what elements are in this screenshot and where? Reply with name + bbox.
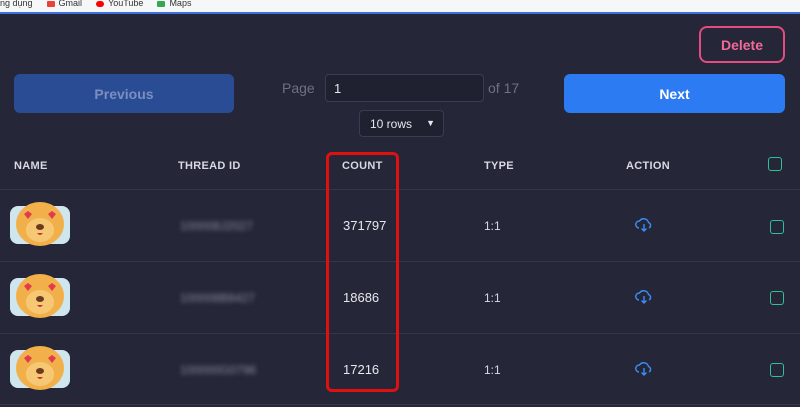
bookmark-maps-label: Maps [169,0,192,8]
thread-id-cell: 100008B8427 [180,291,255,305]
row-checkbox[interactable] [770,220,784,234]
delete-button[interactable]: Delete [699,26,785,63]
row-checkbox[interactable] [770,363,784,377]
avatar [10,346,70,390]
previous-button[interactable]: Previous [14,74,234,113]
bookmark-apps-label: ng dụng [0,0,33,8]
cloud-download-icon[interactable] [635,218,653,232]
header-action: ACTION [626,160,670,172]
page-label: Page [282,80,315,96]
rows-per-page-select[interactable]: 10 rows ▼ [359,110,444,137]
cloud-download-icon[interactable] [635,290,653,304]
header-name: NAME [14,160,48,172]
divider [0,404,800,405]
bookmark-maps[interactable]: Maps [157,0,192,8]
maps-icon [157,0,166,7]
table-row: 100008B8427 18686 1:1 [0,262,800,332]
table-row: 100008J2027 371797 1:1 [0,190,800,260]
bookmark-gmail-label: Gmail [58,0,83,8]
avatar [10,202,70,246]
select-all-checkbox[interactable] [768,157,782,171]
header-thread-id: THREAD ID [178,160,241,172]
thread-id-cell: 100008J2027 [180,219,253,233]
bookmark-youtube-label: YouTube [108,0,144,8]
cloud-download-icon[interactable] [635,362,653,376]
bookmark-youtube[interactable]: YouTube [96,0,144,8]
gmail-icon [46,0,55,7]
avatar [10,274,70,318]
header-type: TYPE [484,160,514,172]
row-checkbox[interactable] [770,291,784,305]
bookmark-apps[interactable]: ng dụng [0,0,33,8]
caret-down-icon: ▼ [426,118,435,128]
type-cell: 1:1 [484,219,501,233]
type-cell: 1:1 [484,363,501,377]
page-input[interactable]: 1 [325,74,484,102]
bookmarks-bar: ng dụng Gmail YouTube Maps [0,0,800,14]
youtube-icon [96,0,105,7]
page-total-label: of 17 [488,80,520,96]
bookmark-gmail[interactable]: Gmail [46,0,83,8]
count-column-highlight [326,152,399,392]
table-row: 100000G0796 17216 1:1 [0,334,800,404]
type-cell: 1:1 [484,291,501,305]
rows-per-page-value: 10 rows [370,116,413,131]
thread-id-cell: 100000G0796 [180,363,257,377]
next-button[interactable]: Next [564,74,785,113]
